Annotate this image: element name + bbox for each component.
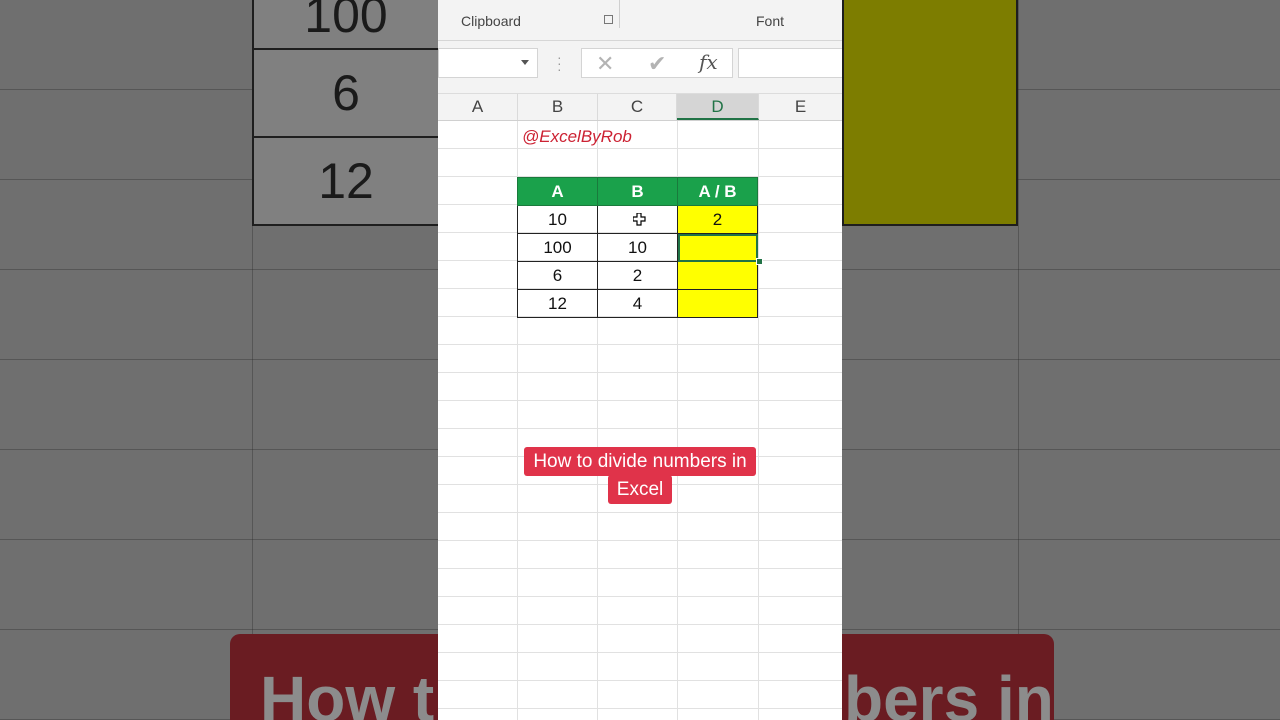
caption: How to divide numbers in Excel [510,447,770,504]
column-header-c[interactable]: C [598,94,677,120]
background-banner-left: How t [260,663,435,720]
cell-cursor-icon [633,213,646,226]
name-box[interactable] [438,48,538,78]
table-header-cell[interactable]: A [517,177,598,206]
dialog-launcher-icon[interactable] [604,15,613,24]
background-cell-value: 100 [304,0,388,43]
caption-line-2: Excel [607,475,673,504]
enter-icon[interactable]: ✔ [648,51,666,77]
table-cell[interactable]: 6 [517,261,598,290]
background-cell: 100 [252,0,440,50]
background-gridline [1018,0,1019,720]
formula-input[interactable] [738,48,842,78]
background-yellow-cells [842,0,1018,226]
ribbon-divider [619,0,620,28]
column-header-a[interactable]: A [438,94,518,120]
clipboard-group-label: Clipboard [461,13,521,29]
background-cell-value: 6 [332,65,360,121]
cancel-icon[interactable]: ✕ [596,51,614,77]
column-header-d[interactable]: D [677,94,759,120]
insert-function-icon[interactable]: fx [699,50,718,74]
grid-column-line [758,121,759,720]
watermark: @ExcelByRob [522,127,632,146]
formula-bar: · · · ✕ ✔ fx [438,41,842,94]
caption-line-1: How to divide numbers in [524,447,756,476]
background-cell: 6 [252,48,440,138]
active-result-cell[interactable] [677,233,758,262]
table-row: 6 2 [517,261,758,290]
table-row: 12 4 [517,289,758,318]
ribbon: Clipboard Font [438,0,842,41]
font-group-label: Font [756,13,785,29]
column-header-e[interactable]: E [759,94,842,120]
formula-buttons: ✕ ✔ fx [581,48,733,78]
table-cell[interactable]: 2 [597,261,678,290]
table-cell[interactable]: 100 [517,233,598,262]
chevron-down-icon[interactable] [521,60,529,65]
column-headers: A B C D E [438,94,842,121]
column-header-b[interactable]: B [518,94,598,120]
table-row: 100 10 [517,233,758,262]
fill-handle[interactable] [756,258,763,265]
table-header-cell[interactable]: B [597,177,678,206]
table-cell[interactable]: 4 [597,289,678,318]
table-header-row: A B A / B [517,177,758,206]
table-cell[interactable]: 10 [517,205,598,234]
table-cell[interactable]: 12 [517,289,598,318]
result-cell[interactable] [677,289,758,318]
formula-bar-grip-icon[interactable]: · · · [557,50,562,76]
background-cell: 12 [252,136,440,226]
table-header-cell[interactable]: A / B [677,177,758,206]
data-table: A B A / B 10 2 100 10 6 2 12 4 [517,177,758,318]
background-cell-value: 12 [318,153,374,209]
excel-frame: Clipboard Font · · · ✕ ✔ fx A B C D E @Exc… [438,0,842,720]
result-cell[interactable]: 2 [677,205,758,234]
table-cell[interactable]: 10 [597,233,678,262]
result-cell[interactable] [677,261,758,290]
background-banner-right: bers in [843,663,1054,720]
